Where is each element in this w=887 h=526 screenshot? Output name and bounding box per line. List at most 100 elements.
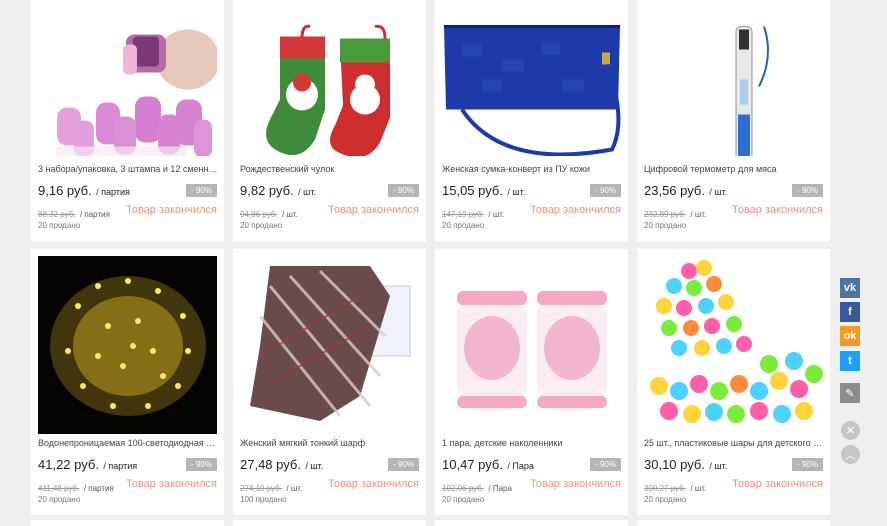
old-price-row: 232,89 руб. / шт. Товар закончился bbox=[644, 204, 823, 219]
old-price: 88,32 руб. bbox=[38, 210, 76, 219]
old-price-row: 300,27 руб. / шт. Товар закончился bbox=[644, 478, 823, 493]
sold-count: 20 продано bbox=[240, 221, 283, 230]
old-price: 147,19 руб. bbox=[442, 210, 484, 219]
product-title[interactable]: Женский мягкий тонкий шарф bbox=[240, 438, 420, 448]
old-price-unit: / шт. bbox=[690, 484, 707, 493]
product-image-blue-clutch-bag[interactable] bbox=[442, 9, 621, 156]
product-image-led-string-lights[interactable] bbox=[38, 256, 217, 434]
price-row: 30,10 руб. / шт. - 90% bbox=[644, 456, 823, 472]
product-image-christmas-stocking[interactable] bbox=[240, 9, 419, 156]
price: 10,47 руб. bbox=[442, 457, 503, 472]
sold-count: 20 продано bbox=[644, 495, 687, 504]
price-unit: / шт. bbox=[507, 187, 526, 197]
product-image-meat-thermometer[interactable] bbox=[644, 9, 823, 156]
price-unit: / шт. bbox=[709, 461, 728, 471]
blue-clutch-bag-illustration bbox=[442, 24, 621, 156]
old-price-row: 94,86 руб. / шт. Товар закончился bbox=[240, 204, 419, 219]
chevron-up-icon: ︿ bbox=[845, 449, 856, 462]
scroll-top-button[interactable]: ︿ bbox=[841, 445, 860, 464]
meat-thermometer-illustration bbox=[644, 24, 823, 156]
old-price-unit: / партия bbox=[83, 484, 114, 493]
discount-badge: - 90% bbox=[388, 458, 419, 471]
price-unit: / Пара bbox=[507, 461, 534, 471]
old-price: 411,48 руб. bbox=[38, 484, 80, 493]
close-icon: ✕ bbox=[845, 425, 856, 437]
discount-badge: - 90% bbox=[186, 458, 217, 471]
product-title[interactable]: 3 набора/упаковка, 3 штампа и 12 сменных bbox=[38, 164, 218, 174]
product-card[interactable]: 3 набора/упаковка, 3 штампа и 12 сменных… bbox=[31, 0, 224, 242]
product-image-plastic-balls[interactable] bbox=[644, 256, 823, 434]
old-price-unit: / Пара bbox=[488, 484, 512, 493]
price: 15,05 руб. bbox=[442, 183, 503, 198]
odnoklassniki-share-button[interactable]: ok bbox=[840, 326, 860, 346]
old-price-row: 147,19 руб. / шт. Товар закончился bbox=[442, 204, 621, 219]
knee-pads-illustration bbox=[442, 256, 621, 434]
price-row: 10,47 руб. / Пара - 90% bbox=[442, 456, 621, 472]
price: 23,56 руб. bbox=[644, 183, 705, 198]
price-row: 27,48 руб. / шт. - 90% bbox=[240, 456, 419, 472]
product-title[interactable]: 25 шт., пластиковые шары для детского ба… bbox=[644, 438, 824, 448]
sold-count: 20 продано bbox=[644, 221, 687, 230]
sold-out-status: Товар закончился bbox=[327, 204, 419, 216]
product-card[interactable]: Цифровой термометр для мяса 23,56 руб. /… bbox=[637, 0, 830, 242]
plastic-balls-illustration bbox=[644, 256, 823, 434]
discount-badge: - 90% bbox=[186, 184, 217, 197]
old-price-row: 274,10 руб. / шт. Товар закончился bbox=[240, 478, 419, 493]
pencil-icon: ✎ bbox=[845, 387, 855, 400]
price-unit: / шт. bbox=[305, 461, 324, 471]
sold-out-status: Товар закончился bbox=[731, 204, 823, 216]
old-price: 94,86 руб. bbox=[240, 210, 278, 219]
product-card-partial bbox=[31, 520, 224, 526]
sold-out-status: Товар закончился bbox=[125, 478, 217, 490]
sold-count: 100 продано bbox=[240, 495, 287, 504]
sold-out-status: Товар закончился bbox=[327, 478, 419, 490]
price-row: 41,22 руб. / партия - 90% bbox=[38, 456, 217, 472]
product-title[interactable]: 1 пара, детские наколенники bbox=[442, 438, 622, 448]
sold-out-status: Товар закончился bbox=[125, 204, 217, 216]
product-title[interactable]: Рождественский чулок bbox=[240, 164, 420, 174]
product-image-knee-pads[interactable] bbox=[442, 256, 621, 434]
old-price: 232,89 руб. bbox=[644, 210, 686, 219]
price-row: 9,82 руб. / шт. - 90% bbox=[240, 182, 419, 198]
sold-count: 20 продано bbox=[442, 221, 485, 230]
product-title[interactable]: Цифровой термометр для мяса bbox=[644, 164, 824, 174]
product-title[interactable]: Водонепроницаемая 100-светодиодная гирля… bbox=[38, 438, 218, 448]
price-unit: / шт. bbox=[298, 187, 317, 197]
price: 9,16 руб. bbox=[38, 183, 92, 198]
sold-count: 20 продано bbox=[442, 495, 485, 504]
price-unit: / шт. bbox=[709, 187, 728, 197]
twitter-share-button[interactable]: t bbox=[840, 351, 860, 371]
price-row: 23,56 руб. / шт. - 90% bbox=[644, 182, 823, 198]
product-image-scarf[interactable] bbox=[240, 256, 419, 434]
close-button[interactable]: ✕ bbox=[841, 421, 860, 440]
facebook-share-button[interactable]: f bbox=[840, 302, 860, 322]
discount-badge: - 90% bbox=[388, 184, 419, 197]
product-card[interactable]: 25 шт., пластиковые шары для детского ба… bbox=[637, 249, 830, 515]
discount-badge: - 90% bbox=[590, 458, 621, 471]
product-card[interactable]: Водонепроницаемая 100-светодиодная гирля… bbox=[31, 249, 224, 515]
old-price-unit: / шт. bbox=[690, 210, 707, 219]
facebook-icon: f bbox=[848, 306, 852, 318]
product-image-nail-stamp[interactable] bbox=[38, 9, 217, 156]
product-card[interactable]: 1 пара, детские наколенники 10,47 руб. /… bbox=[435, 249, 628, 515]
nail-stamp-illustration bbox=[38, 24, 217, 156]
price: 27,48 руб. bbox=[240, 457, 301, 472]
scarf-illustration bbox=[240, 256, 419, 434]
vk-icon: vk bbox=[843, 282, 857, 294]
price-unit: / партия bbox=[96, 187, 130, 197]
twitter-icon: t bbox=[848, 355, 852, 367]
product-title[interactable]: Женская сумка-конверт из ПУ кожи bbox=[442, 164, 622, 174]
old-price: 300,27 руб. bbox=[644, 484, 686, 493]
old-price-unit: / шт. bbox=[488, 210, 505, 219]
price-row: 15,05 руб. / шт. - 90% bbox=[442, 182, 621, 198]
product-card[interactable]: Женский мягкий тонкий шарф 27,48 руб. / … bbox=[233, 249, 426, 515]
product-card[interactable]: Рождественский чулок 9,82 руб. / шт. - 9… bbox=[233, 0, 426, 242]
old-price-row: 102,06 руб. / Пара Товар закончился bbox=[442, 478, 621, 493]
price-row: 9,16 руб. / партия - 90% bbox=[38, 182, 217, 198]
edit-button[interactable]: ✎ bbox=[840, 383, 860, 403]
product-card[interactable]: Женская сумка-конверт из ПУ кожи 15,05 р… bbox=[435, 0, 628, 242]
price: 30,10 руб. bbox=[644, 457, 705, 472]
vk-share-button[interactable]: vk bbox=[840, 278, 860, 298]
price: 41,22 руб. bbox=[38, 457, 99, 472]
sold-count: 20 продано bbox=[38, 221, 81, 230]
